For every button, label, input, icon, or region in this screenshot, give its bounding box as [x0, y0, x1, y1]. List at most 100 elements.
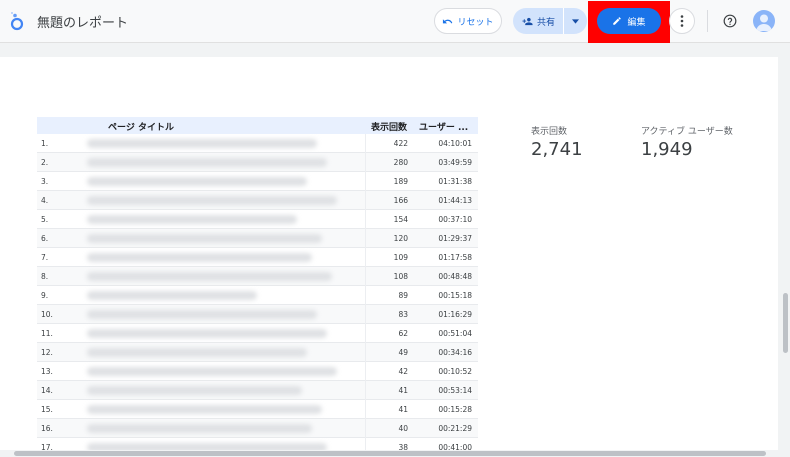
horizontal-scroll-thumb[interactable]	[14, 451, 766, 456]
share-dropdown-button[interactable]	[564, 8, 587, 34]
blurred-page-title	[87, 405, 322, 414]
pencil-icon	[613, 17, 622, 25]
blurred-page-title	[87, 196, 337, 205]
blurred-page-title	[87, 272, 332, 281]
undo-icon	[443, 18, 453, 23]
table-row[interactable]: 5. 154 00:37:10	[37, 210, 478, 229]
row-index: 16.	[41, 424, 53, 433]
row-duration: 00:10:52	[438, 367, 472, 376]
blurred-page-title	[87, 291, 257, 300]
column-separator	[365, 172, 366, 191]
column-separator	[365, 324, 366, 343]
row-views: 189	[393, 177, 408, 186]
account-avatar-icon[interactable]	[753, 10, 775, 32]
row-duration: 01:17:58	[438, 253, 472, 262]
table-row[interactable]: 7. 109 01:17:58	[37, 248, 478, 267]
edit-button[interactable]: 編集	[597, 8, 661, 34]
row-index: 9.	[41, 291, 49, 300]
blurred-page-title	[87, 234, 322, 243]
row-duration: 01:31:38	[438, 177, 472, 186]
more-options-button[interactable]	[669, 8, 695, 34]
column-header-views[interactable]: 表示回数	[371, 120, 407, 133]
looker-studio-logo-icon[interactable]	[9, 11, 25, 31]
table-row[interactable]: 16. 40 00:21:29	[37, 419, 478, 438]
table-row[interactable]: 11. 62 00:51:04	[37, 324, 478, 343]
table-row[interactable]: 6. 120 01:29:37	[37, 229, 478, 248]
edit-label: 編集	[627, 17, 646, 28]
row-duration: 00:53:14	[438, 386, 472, 395]
table-row[interactable]: 12. 49 00:34:16	[37, 343, 478, 362]
caret-down-icon	[572, 18, 579, 24]
row-index: 10.	[41, 310, 53, 319]
row-index: 7.	[41, 253, 49, 262]
scorecard-label: アクティブ ユーザー数	[641, 127, 733, 137]
row-index: 11.	[41, 329, 53, 338]
blurred-page-title	[87, 424, 312, 433]
column-separator	[365, 286, 366, 305]
table-row[interactable]: 14. 41 00:53:14	[37, 381, 478, 400]
table-row[interactable]: 8. 108 00:48:48	[37, 267, 478, 286]
table-row[interactable]: 15. 41 00:15:28	[37, 400, 478, 419]
share-button[interactable]: 共有	[513, 8, 564, 34]
row-duration: 04:10:01	[438, 139, 472, 148]
column-header-page-title[interactable]: ページ タイトル	[108, 120, 174, 133]
row-views: 62	[398, 329, 408, 338]
row-views: 41	[398, 386, 408, 395]
table-row[interactable]: 2. 280 03:49:59	[37, 153, 478, 172]
scorecard-active-users: アクティブ ユーザー数 1,949	[641, 124, 733, 160]
more-vert-icon	[680, 15, 684, 27]
row-views: 40	[398, 424, 408, 433]
horizontal-scrollbar[interactable]	[0, 450, 780, 457]
row-views: 109	[393, 253, 408, 262]
table-row[interactable]: 4. 166 01:44:13	[37, 191, 478, 210]
row-duration: 00:21:29	[438, 424, 472, 433]
vertical-scroll-thumb[interactable]	[783, 293, 788, 353]
blurred-page-title	[87, 177, 307, 186]
column-separator	[365, 248, 366, 267]
table-row[interactable]: 10. 83 01:16:29	[37, 305, 478, 324]
row-views: 41	[398, 405, 408, 414]
row-views: 166	[393, 196, 408, 205]
page-title-table: ページ タイトル 表示回数 ユーザー ... 1. 422 04:10:01 2. 28…	[37, 117, 478, 457]
scorecard-value: 1,949	[641, 139, 693, 160]
column-separator	[365, 134, 366, 153]
row-views: 280	[393, 158, 408, 167]
table-row[interactable]: 3. 189 01:31:38	[37, 172, 478, 191]
row-index: 4.	[41, 196, 49, 205]
table-header: ページ タイトル 表示回数 ユーザー ...	[37, 117, 478, 134]
share-button-group: 共有	[513, 8, 587, 34]
top-bar: 無題のレポート リセット 共有 編集	[0, 0, 790, 43]
row-index: 5.	[41, 215, 49, 224]
row-index: 3.	[41, 177, 49, 186]
column-separator	[365, 210, 366, 229]
table-row[interactable]: 13. 42 00:10:52	[37, 362, 478, 381]
row-views: 42	[398, 367, 408, 376]
row-duration: 00:48:48	[438, 272, 472, 281]
table-body: 1. 422 04:10:01 2. 280 03:49:59 3. 189 01:31:38 4…	[37, 134, 478, 457]
table-row[interactable]: 9. 89 00:15:18	[37, 286, 478, 305]
column-header-users[interactable]: ユーザー ...	[419, 120, 468, 133]
report-title[interactable]: 無題のレポート	[37, 12, 128, 31]
row-views: 49	[398, 348, 408, 357]
column-separator	[365, 362, 366, 381]
reset-button[interactable]: リセット	[434, 8, 502, 34]
vertical-scrollbar[interactable]	[781, 43, 790, 457]
column-separator	[365, 400, 366, 419]
table-row[interactable]: 1. 422 04:10:01	[37, 134, 478, 153]
row-duration: 01:16:29	[438, 310, 472, 319]
row-index: 6.	[41, 234, 49, 243]
blurred-page-title	[87, 348, 307, 357]
scorecard-label: 表示回数	[531, 127, 568, 137]
help-button[interactable]	[720, 11, 740, 31]
row-views: 83	[398, 310, 408, 319]
share-label: 共有	[537, 17, 556, 28]
column-separator	[365, 191, 366, 210]
row-index: 12.	[41, 348, 53, 357]
column-separator	[365, 343, 366, 362]
row-index: 8.	[41, 272, 49, 281]
column-separator	[365, 305, 366, 324]
row-views: 154	[393, 215, 408, 224]
column-separator	[365, 419, 366, 438]
column-separator	[365, 153, 366, 172]
row-index: 2.	[41, 158, 49, 167]
